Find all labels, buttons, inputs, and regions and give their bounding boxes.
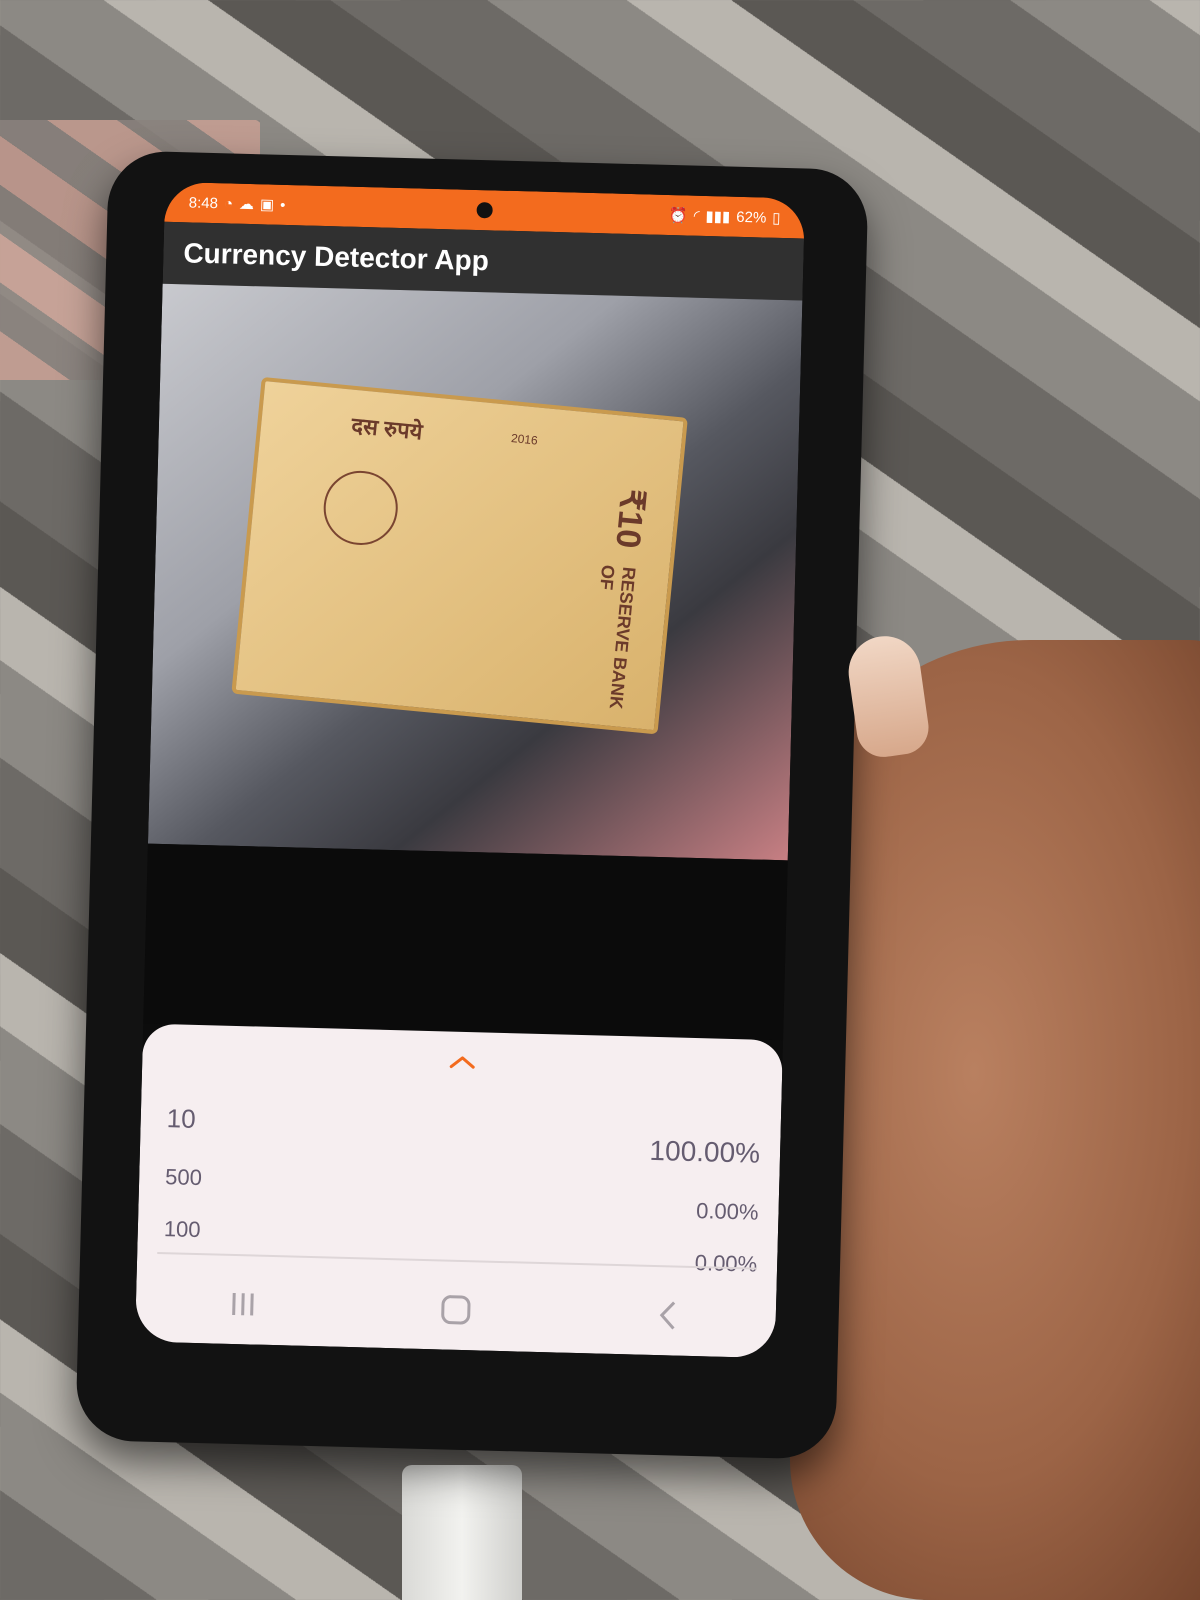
status-time: 8:48: [188, 193, 219, 212]
status-left: 8:48 ◔ ☁ ▣ •: [189, 193, 286, 214]
camera-hole: [476, 201, 493, 219]
home-icon: [441, 1295, 471, 1325]
signal-icon: ▮▮▮: [705, 207, 731, 226]
note-seal: [320, 467, 402, 549]
battery-text: 62%: [736, 208, 767, 227]
back-button[interactable]: [644, 1295, 695, 1336]
cloud-icon: ☁: [238, 195, 255, 214]
message-icon: ▣: [259, 196, 275, 214]
result-label: 10: [166, 1102, 197, 1134]
results-bottom-sheet[interactable]: 10 100.00% 500 0.00% 100 0.00%: [134, 1023, 784, 1359]
camera-preview: दस रुपये 2016 ₹10 RESERVE BANK OF: [147, 283, 803, 861]
phone-screen: 8:48 ◔ ☁ ▣ • ⏰ ◜ ▮▮▮ 62% ▯ Currency Dete…: [134, 181, 806, 1359]
result-label: 500: [164, 1164, 203, 1191]
recents-button[interactable]: [217, 1284, 268, 1325]
recents-icon: [231, 1292, 254, 1316]
home-button[interactable]: [430, 1289, 481, 1330]
note-top-text: दस रुपये: [350, 412, 424, 445]
note-denomination: ₹10: [608, 487, 652, 550]
chevron-up-icon[interactable]: [448, 1054, 476, 1071]
dot-icon: •: [279, 196, 286, 214]
note-bank-name: RESERVE BANK OF: [596, 564, 640, 710]
back-icon: [660, 1301, 676, 1330]
status-right: ⏰ ◜ ▮▮▮ 62% ▯: [669, 206, 781, 227]
result-label: 100: [163, 1216, 201, 1243]
note-year: 2016: [510, 431, 539, 448]
result-value: 0.00%: [694, 1250, 758, 1277]
alarm-icon: ⏰: [668, 207, 688, 225]
whatsapp-icon: ◔: [223, 194, 234, 213]
banknote-image: दस रुपये 2016 ₹10 RESERVE BANK OF: [231, 376, 688, 735]
charging-cable: [402, 1465, 522, 1600]
wifi-icon: ◜: [693, 207, 700, 225]
battery-icon: ▯: [772, 209, 781, 227]
app-title: Currency Detector App: [183, 237, 490, 277]
preview-bottom-area: [143, 843, 788, 1041]
system-nav-bar: [135, 1261, 777, 1358]
